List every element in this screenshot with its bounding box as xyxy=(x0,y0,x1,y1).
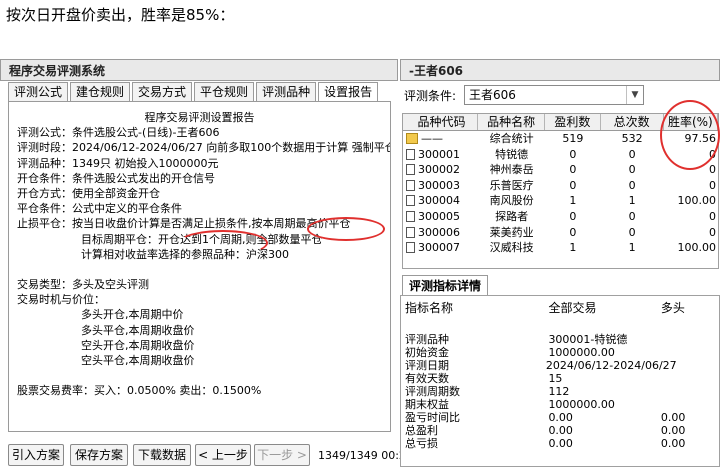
prev-step-button[interactable]: < 上一步 xyxy=(195,444,251,466)
next-step-button[interactable]: 下一步 > xyxy=(254,444,310,466)
save-scheme-button[interactable]: 保存方案 xyxy=(70,444,128,466)
report-line: 评测时段：2024/06/12-2024/06/27 向前多取100个数据用于计… xyxy=(17,141,391,155)
table-row[interactable]: 300004 南风股份 1 1 100.00 xyxy=(403,193,718,209)
tab-formula[interactable]: 评测公式 xyxy=(8,82,69,101)
document-icon xyxy=(406,195,415,207)
report-line: 交易类型：多头及空头评测 xyxy=(17,278,149,292)
col-metric-name: 指标名称 xyxy=(405,301,454,315)
document-icon xyxy=(406,210,415,222)
metric-details-header: 指标名称 全部交易 多头 xyxy=(405,299,719,317)
document-icon xyxy=(406,164,415,176)
list-item: 期末权益 1000000.00 xyxy=(405,398,615,411)
tab-trade-mode[interactable]: 交易方式 xyxy=(132,82,193,101)
list-item: 评测品种 300001-特锐德 xyxy=(405,333,628,346)
report-line: 空头开仓,本周期收盘价 xyxy=(81,338,195,352)
document-icon xyxy=(406,148,415,160)
annotation-circle xyxy=(307,217,385,241)
folder-icon xyxy=(406,133,418,144)
report-line: 多头平仓,本周期收盘价 xyxy=(81,323,195,337)
list-item: 总亏损 0.00 0.00 xyxy=(405,437,686,450)
import-scheme-button[interactable]: 引入方案 xyxy=(8,444,64,466)
metric-details-panel: 指标名称 全部交易 多头 评测品种 300001-特锐德 初始资金 1000000.… xyxy=(400,295,720,467)
document-icon xyxy=(406,226,415,238)
report-line: 交易时机与价位： xyxy=(17,293,105,307)
report-line: 开仓条件：条件选股公式发出的开仓信号 xyxy=(17,171,215,185)
settings-report: 程序交易评测设置报告 评测公式：条件选股公式-(日线)-王者606 评测时段：2… xyxy=(8,101,391,432)
table-row[interactable]: 300006 莱美药业 0 0 0 xyxy=(403,225,718,241)
tab-metric-details[interactable]: 评测指标详情 xyxy=(402,275,489,295)
tab-instruments[interactable]: 评测品种 xyxy=(256,82,317,101)
annotation-circle xyxy=(178,230,268,256)
table-row[interactable]: 300002 神州泰岳 0 0 0 xyxy=(403,162,718,178)
col-code[interactable]: 品种代码 xyxy=(403,114,479,130)
condition-select-value: 王者606 xyxy=(469,88,516,102)
table-row[interactable]: 300003 乐普医疗 0 0 0 xyxy=(403,178,718,194)
col-wins[interactable]: 盈利数 xyxy=(545,114,601,130)
left-window-title: 程序交易评测系统 xyxy=(0,59,398,81)
chevron-down-icon[interactable]: ▼ xyxy=(626,86,643,104)
report-line: 评测公式：条件选股公式-(日线)-王者606 xyxy=(17,126,220,140)
report-line: 开仓方式：使用全部资金开仓 xyxy=(17,186,160,200)
list-item: 评测周期数 112 xyxy=(405,385,570,398)
download-data-button[interactable]: 下载数据 xyxy=(133,444,191,466)
condition-label: 评测条件: xyxy=(404,89,457,103)
list-item: 评测日期 2024/06/12-2024/06/27 xyxy=(405,359,677,372)
tab-open-rules[interactable]: 建仓规则 xyxy=(70,82,131,101)
progress-count: 1349/1349 00:2 xyxy=(318,449,406,462)
report-heading: 程序交易评测设置报告 xyxy=(144,111,255,124)
report-line: 多头开仓,本周期中价 xyxy=(81,308,184,322)
caption-text: 按次日开盘价卖出，胜率是85%： xyxy=(6,6,235,24)
document-icon xyxy=(406,242,415,254)
document-icon xyxy=(406,179,415,191)
col-total[interactable]: 总次数 xyxy=(601,114,664,130)
annotation-circle xyxy=(660,100,720,170)
report-line: 空头平仓,本周期收盘价 xyxy=(81,354,195,367)
list-item: 初始资金 1000000.00 xyxy=(405,346,615,359)
col-all-trades: 全部交易 xyxy=(548,301,597,315)
tab-report-settings[interactable]: 设置报告 xyxy=(318,82,379,103)
tab-close-rules[interactable]: 平仓规则 xyxy=(194,82,255,101)
list-item: 总盈利 0.00 0.00 xyxy=(405,424,686,437)
condition-select[interactable]: 王者606 ▼ xyxy=(464,85,644,105)
report-line: 评测品种：1349只 初始投入1000000元 xyxy=(17,156,219,170)
col-long: 多头 xyxy=(660,301,685,315)
report-line: 平仓条件：公式中定义的平仓条件 xyxy=(17,202,182,216)
report-line: 股票交易费率：买入：0.0500% 卖出：0.1500% xyxy=(17,384,262,398)
right-window-title: -王者606 xyxy=(400,59,720,81)
config-tabs: 评测公式 建仓规则 交易方式 平仓规则 评测品种 设置报告 xyxy=(8,82,380,103)
col-name[interactable]: 品种名称 xyxy=(478,114,546,130)
list-item: 盈亏时间比 0.00 0.00 xyxy=(405,411,686,424)
list-item: 有效天数 15 xyxy=(405,372,563,385)
table-row[interactable]: 300007 汉威科技 1 1 100.00 xyxy=(403,240,718,256)
table-row[interactable]: 300005 探路者 0 0 0 xyxy=(403,209,718,225)
